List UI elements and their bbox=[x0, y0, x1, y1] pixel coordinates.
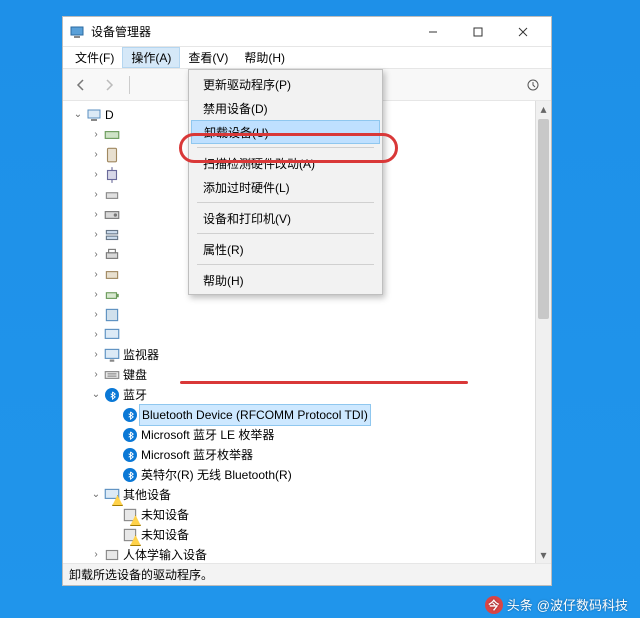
port-icon bbox=[103, 266, 121, 284]
menu-separator bbox=[197, 264, 374, 265]
ide-icon bbox=[103, 126, 121, 144]
menu-add-legacy[interactable]: 添加过时硬件(L) bbox=[191, 175, 380, 199]
close-button[interactable] bbox=[500, 18, 545, 46]
keyboard-icon bbox=[103, 366, 121, 384]
scroll-thumb[interactable] bbox=[538, 119, 549, 319]
bluetooth-icon bbox=[121, 408, 139, 422]
unknown-device-icon bbox=[121, 506, 139, 524]
menu-help[interactable]: 帮助(H) bbox=[191, 268, 380, 292]
monitor-icon bbox=[103, 346, 121, 364]
menu-update-driver[interactable]: 更新驱动程序(P) bbox=[191, 72, 380, 96]
watermark-text: @波仔数码科技 bbox=[537, 595, 628, 614]
scroll-up-icon[interactable]: ▴ bbox=[536, 101, 551, 117]
app-icon bbox=[69, 24, 85, 40]
menu-file[interactable]: 文件(F) bbox=[67, 47, 122, 68]
other-devices-icon bbox=[103, 486, 121, 504]
titlebar: 设备管理器 bbox=[63, 17, 551, 47]
tree-item-unknown[interactable]: 未知设备 bbox=[67, 525, 535, 545]
window-title: 设备管理器 bbox=[91, 23, 410, 40]
watermark-logo-icon: 今 bbox=[485, 596, 503, 614]
toolbar-separator bbox=[129, 76, 130, 94]
menu-separator bbox=[197, 202, 374, 203]
bluetooth-icon bbox=[121, 448, 139, 462]
status-text: 卸载所选设备的驱动程序。 bbox=[69, 566, 213, 583]
menu-view[interactable]: 查看(V) bbox=[180, 47, 236, 68]
tree-category[interactable]: › bbox=[67, 325, 535, 345]
collapse-icon[interactable]: ⌄ bbox=[89, 485, 103, 505]
tree-item-unknown[interactable]: 未知设备 bbox=[67, 505, 535, 525]
bluetooth-icon bbox=[121, 428, 139, 442]
firmware-icon bbox=[103, 306, 121, 324]
sensor-icon bbox=[103, 186, 121, 204]
collapse-icon[interactable]: ⌄ bbox=[89, 385, 103, 405]
toolbar-forward-icon[interactable] bbox=[97, 73, 121, 97]
tree-category[interactable]: › bbox=[67, 305, 535, 325]
print-icon bbox=[103, 246, 121, 264]
collapse-icon[interactable]: ⌄ bbox=[71, 105, 85, 125]
computer-icon bbox=[85, 107, 103, 123]
menu-action[interactable]: 操作(A) bbox=[122, 47, 180, 68]
portable-icon bbox=[103, 146, 121, 164]
tree-category-hid[interactable]: ›人体学输入设备 bbox=[67, 545, 535, 563]
menu-separator bbox=[197, 147, 374, 148]
menubar: 文件(F) 操作(A) 查看(V) 帮助(H) bbox=[63, 47, 551, 69]
watermark-prefix: 头条 bbox=[507, 595, 533, 614]
action-menu-dropdown: 更新驱动程序(P) 禁用设备(D) 卸载设备(U) 扫描检测硬件改动(A) 添加… bbox=[188, 69, 383, 295]
annotation-underline bbox=[180, 381, 468, 384]
menu-help[interactable]: 帮助(H) bbox=[236, 47, 293, 68]
battery-icon bbox=[103, 286, 121, 304]
computer-icon bbox=[103, 326, 121, 344]
hid-icon bbox=[103, 546, 121, 563]
menu-separator bbox=[197, 233, 374, 234]
statusbar: 卸载所选设备的驱动程序。 bbox=[63, 563, 551, 585]
minimize-button[interactable] bbox=[410, 18, 455, 46]
bluetooth-icon bbox=[103, 388, 121, 402]
menu-devices-printers[interactable]: 设备和打印机(V) bbox=[191, 206, 380, 230]
storage-icon bbox=[103, 226, 121, 244]
menu-scan-hw[interactable]: 扫描检测硬件改动(A) bbox=[191, 151, 380, 175]
tree-item-bt-le-enum[interactable]: Microsoft 蓝牙 LE 枚举器 bbox=[67, 425, 535, 445]
tree-item-bt-rfcomm[interactable]: Bluetooth Device (RFCOMM Protocol TDI) bbox=[67, 405, 535, 425]
menu-uninstall-device[interactable]: 卸载设备(U) bbox=[191, 120, 380, 144]
processor-icon bbox=[103, 166, 121, 184]
watermark: 今 头条 @波仔数码科技 bbox=[485, 595, 628, 614]
disk-icon bbox=[103, 206, 121, 224]
toolbar-button-icon[interactable] bbox=[521, 73, 545, 97]
tree-category-other[interactable]: ⌄其他设备 bbox=[67, 485, 535, 505]
toolbar-back-icon[interactable] bbox=[69, 73, 93, 97]
tree-category-bluetooth[interactable]: ⌄蓝牙 bbox=[67, 385, 535, 405]
tree-item-bt-intel[interactable]: 英特尔(R) 无线 Bluetooth(R) bbox=[67, 465, 535, 485]
maximize-button[interactable] bbox=[455, 18, 500, 46]
expand-icon[interactable]: › bbox=[89, 345, 103, 365]
menu-disable-device[interactable]: 禁用设备(D) bbox=[191, 96, 380, 120]
tree-category-monitor[interactable]: ›监视器 bbox=[67, 345, 535, 365]
vertical-scrollbar[interactable]: ▴ ▾ bbox=[535, 101, 551, 563]
device-manager-window: 设备管理器 文件(F) 操作(A) 查看(V) 帮助(H) ⌄ D bbox=[62, 16, 552, 586]
menu-properties[interactable]: 属性(R) bbox=[191, 237, 380, 261]
tree-item-bt-enum[interactable]: Microsoft 蓝牙枚举器 bbox=[67, 445, 535, 465]
bluetooth-icon bbox=[121, 468, 139, 482]
unknown-device-icon bbox=[121, 526, 139, 544]
scroll-down-icon[interactable]: ▾ bbox=[536, 547, 551, 563]
